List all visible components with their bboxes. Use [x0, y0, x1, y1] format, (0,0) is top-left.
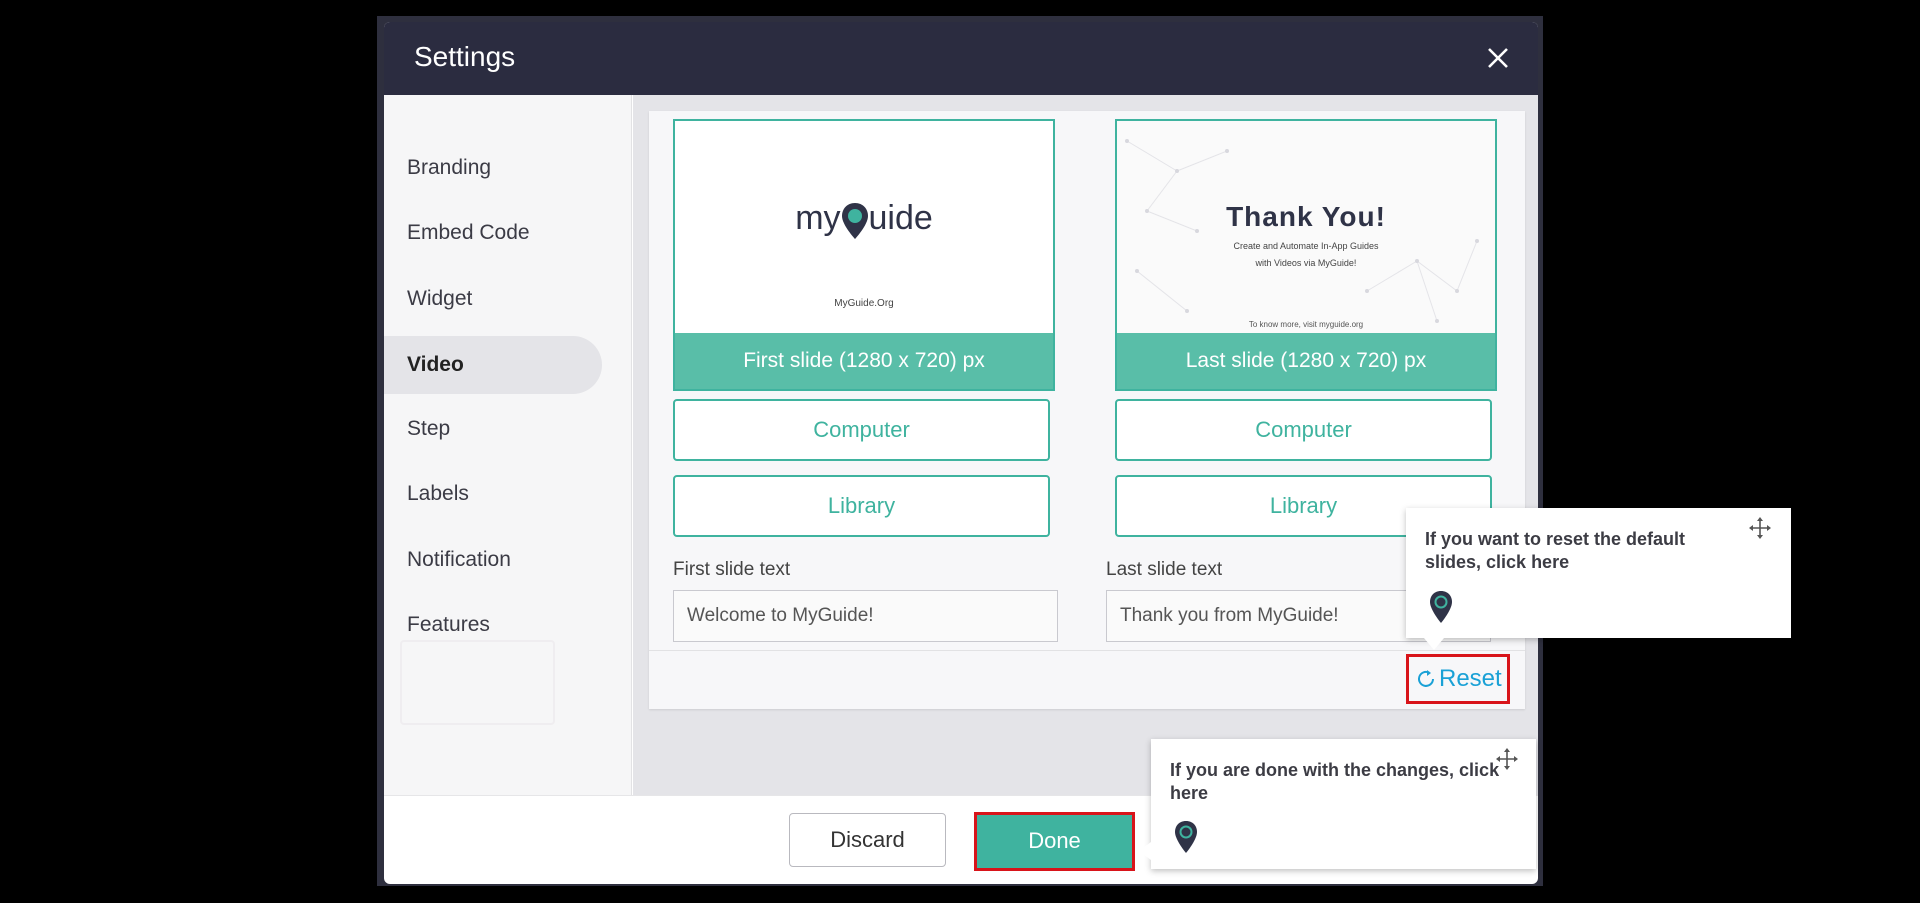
dialog-header: Settings: [384, 22, 1538, 95]
first-slide-computer-button[interactable]: Computer: [673, 399, 1050, 461]
discard-button[interactable]: Discard: [789, 813, 946, 867]
first-slide-text-label: First slide text: [673, 559, 791, 580]
reset-tooltip-text: If you want to reset the default slides,…: [1425, 529, 1686, 572]
last-slide-computer-button[interactable]: Computer: [1115, 399, 1492, 461]
screen: Settings Branding Embed Code Widget Vide…: [0, 0, 1920, 903]
last-slide-preview: Thank You! Create and Automate In-App Gu…: [1117, 121, 1495, 333]
last-slide-footer: To know more, visit myguide.org: [1248, 320, 1364, 329]
first-slide-library-button[interactable]: Library: [673, 475, 1050, 537]
reset-label: Reset: [1439, 665, 1502, 692]
sidebar-item-widget[interactable]: Widget: [384, 270, 602, 328]
last-slide-text-label: Last slide text: [1106, 559, 1223, 580]
reset-tooltip-pointer: [1424, 638, 1444, 650]
video-settings-content: my uide MyGuide.Org First slide (1280 x 7…: [633, 95, 1538, 795]
slides-panel: my uide MyGuide.Org First slide (1280 x 7…: [649, 111, 1525, 709]
last-slide-subtitle-2: with Videos via MyGuide!: [1255, 258, 1357, 268]
sidebar-item-branding[interactable]: Branding: [384, 139, 602, 197]
done-guide-tooltip: If you are done with the changes, click …: [1151, 739, 1536, 869]
first-slide-preview: my uide MyGuide.Org: [675, 121, 1053, 333]
last-slide-caption: Last slide (1280 x 720) px: [1117, 333, 1495, 389]
first-slide-footer: MyGuide.Org: [834, 298, 894, 309]
reset-guide-tooltip: If you want to reset the default slides,…: [1406, 508, 1791, 638]
done-label: Done: [1028, 828, 1081, 853]
move-icon[interactable]: [1495, 747, 1519, 771]
move-icon[interactable]: [1748, 516, 1772, 540]
faded-placeholder-graphic: [400, 640, 555, 725]
myguide-pin-icon: [1175, 821, 1197, 853]
settings-sidebar: Branding Embed Code Widget Video Step La…: [384, 95, 632, 795]
first-slide-caption: First slide (1280 x 720) px: [675, 333, 1053, 389]
sidebar-item-embed-code[interactable]: Embed Code: [384, 204, 602, 262]
last-slide-heading: Thank You!: [1226, 201, 1386, 232]
sidebar-item-step[interactable]: Step: [384, 400, 602, 458]
myguide-pin-icon: [1430, 591, 1452, 623]
panel-divider: [649, 650, 1525, 651]
done-tooltip-pointer: [1139, 842, 1151, 860]
first-slide-text-input[interactable]: [673, 590, 1058, 642]
logo-text-left: my: [795, 199, 841, 237]
sidebar-item-video[interactable]: Video: [384, 336, 602, 394]
sidebar-item-notification[interactable]: Notification: [384, 531, 602, 589]
first-slide-card[interactable]: my uide MyGuide.Org First slide (1280 x 7…: [673, 119, 1055, 391]
done-tooltip-text: If you are done with the changes, click …: [1170, 760, 1500, 803]
close-icon: [1488, 48, 1508, 68]
last-slide-card[interactable]: Thank You! Create and Automate In-App Gu…: [1115, 119, 1497, 391]
sidebar-item-labels[interactable]: Labels: [384, 465, 602, 523]
close-button[interactable]: [1478, 38, 1518, 78]
myguide-logo: my uide: [675, 199, 1053, 241]
reset-button[interactable]: Reset: [1406, 654, 1510, 704]
myguide-pin-icon: [841, 203, 868, 239]
logo-text-right: uide: [868, 199, 933, 237]
dialog-title: Settings: [414, 41, 516, 72]
refresh-icon: [1418, 670, 1434, 687]
done-button[interactable]: Done: [974, 812, 1135, 871]
last-slide-subtitle-1: Create and Automate In-App Guides: [1233, 241, 1379, 251]
